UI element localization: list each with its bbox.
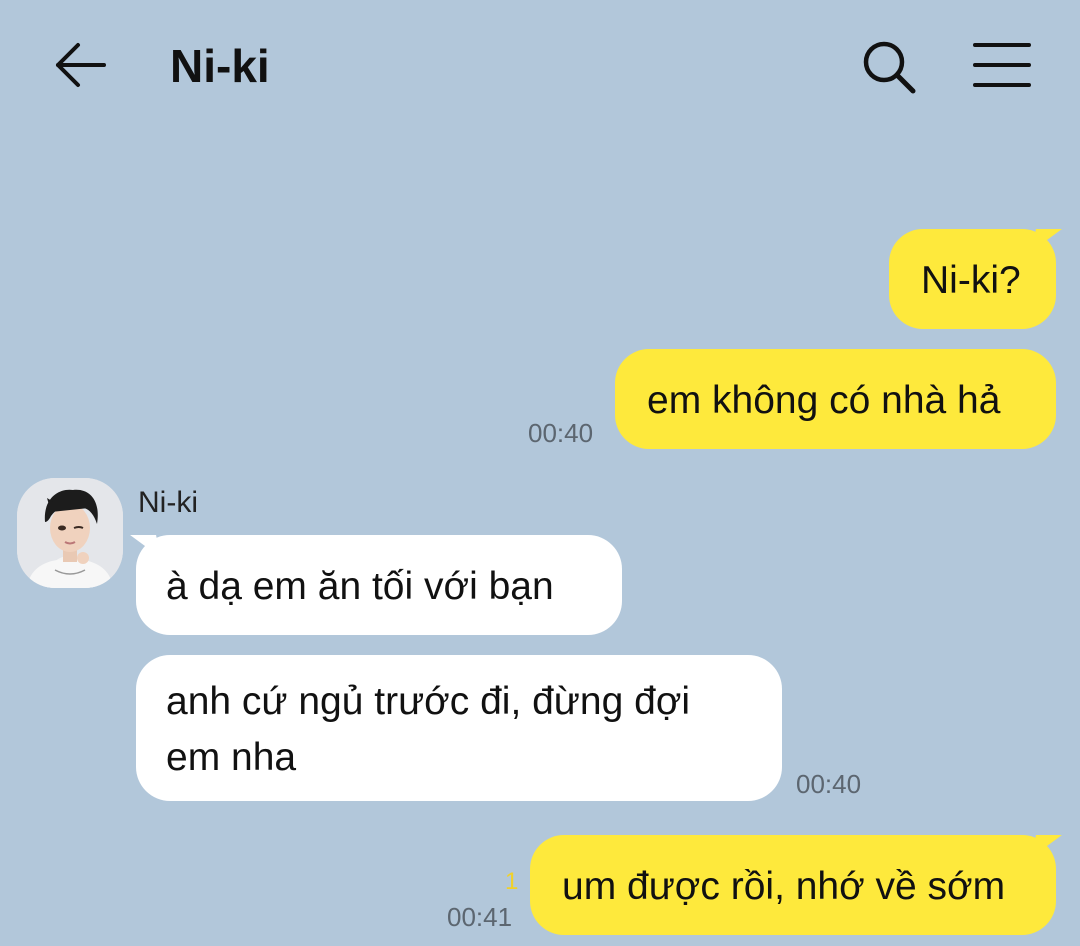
message-text: Ni-ki?: [921, 259, 1021, 302]
back-button[interactable]: [54, 40, 108, 90]
bubble-tail: [130, 535, 160, 557]
menu-button[interactable]: [972, 40, 1032, 90]
bubble-tail: [1032, 835, 1062, 857]
message-text-line: anh cứ ngủ trước đi, đừng đợi: [166, 680, 691, 723]
message-text: um được rồi, nhớ về sớm: [562, 865, 1006, 908]
their-message-bubble[interactable]: anh cứ ngủ trước đi, đừng đợi em nha: [136, 655, 782, 801]
arrow-left-icon: [56, 43, 106, 87]
chat-title: Ni-ki: [170, 40, 270, 92]
search-icon: [863, 41, 916, 94]
bubble-tail: [1032, 229, 1062, 251]
my-message-bubble[interactable]: um được rồi, nhớ về sớm: [530, 835, 1062, 935]
avatar[interactable]: [17, 478, 123, 588]
chat-header: Ni-ki: [0, 0, 1080, 130]
my-message-bubble[interactable]: Ni-ki?: [889, 229, 1062, 329]
message-text-line: em nha: [166, 736, 297, 779]
message-text: em không có nhà hả: [647, 379, 1001, 422]
sender-name: Ni-ki: [138, 486, 198, 519]
my-message-bubble[interactable]: em không có nhà hả: [615, 349, 1056, 449]
profile-photo: [17, 478, 123, 588]
message-timestamp: 00:40: [796, 769, 862, 799]
message-timestamp: 00:40: [528, 418, 594, 448]
message-timestamp: 00:41: [447, 902, 513, 932]
their-message-bubble[interactable]: à dạ em ăn tối với bạn: [130, 535, 622, 635]
hamburger-menu-icon: [973, 43, 1031, 87]
search-button[interactable]: [860, 38, 918, 96]
message-text: à dạ em ăn tối với bạn: [166, 565, 554, 608]
unread-count-badge: 1: [505, 868, 519, 895]
